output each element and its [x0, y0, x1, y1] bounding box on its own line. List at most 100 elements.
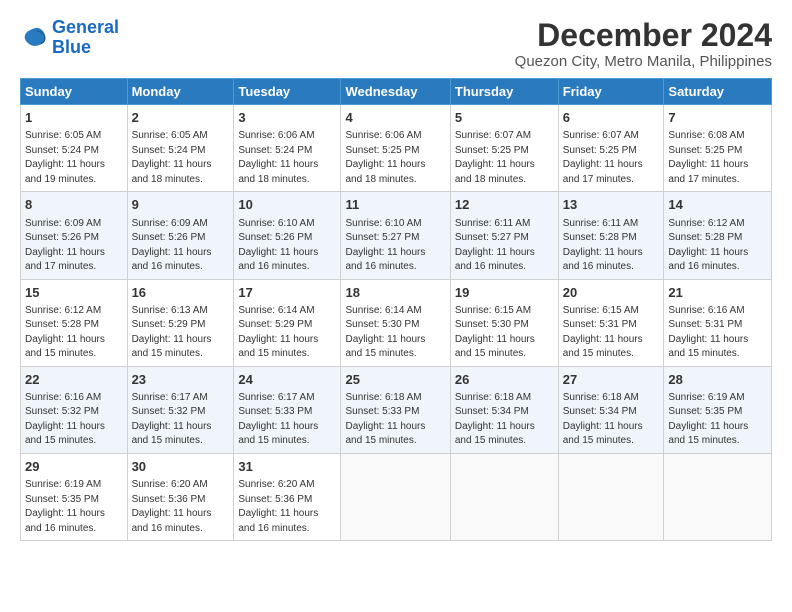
col-header-wednesday: Wednesday [341, 79, 450, 105]
calendar-cell: 11 Sunrise: 6:10 AM Sunset: 5:27 PM Dayli… [341, 192, 450, 279]
day-number: 25 [345, 371, 445, 389]
day-info: Sunrise: 6:19 AM Sunset: 5:35 PM Dayligh… [25, 478, 123, 536]
day-info: Sunrise: 6:17 AM Sunset: 5:32 PM Dayligh… [132, 391, 230, 449]
logo: General Blue [20, 18, 119, 58]
calendar-cell [341, 453, 450, 540]
calendar-cell: 30 Sunrise: 6:20 AM Sunset: 5:36 PM Dayli… [127, 453, 234, 540]
main-title: December 2024 [515, 18, 772, 53]
logo-icon [20, 24, 48, 52]
col-header-monday: Monday [127, 79, 234, 105]
calendar-week-3: 15 Sunrise: 6:12 AM Sunset: 5:28 PM Dayli… [21, 279, 772, 366]
day-number: 18 [345, 284, 445, 302]
day-number: 8 [25, 196, 123, 214]
day-number: 22 [25, 371, 123, 389]
calendar-cell [558, 453, 664, 540]
calendar-cell: 19 Sunrise: 6:15 AM Sunset: 5:30 PM Dayli… [450, 279, 558, 366]
calendar-cell: 14 Sunrise: 6:12 AM Sunset: 5:28 PM Dayli… [664, 192, 772, 279]
day-info: Sunrise: 6:16 AM Sunset: 5:31 PM Dayligh… [668, 304, 767, 362]
calendar-cell: 15 Sunrise: 6:12 AM Sunset: 5:28 PM Dayli… [21, 279, 128, 366]
calendar-table: SundayMondayTuesdayWednesdayThursdayFrid… [20, 78, 772, 541]
day-info: Sunrise: 6:18 AM Sunset: 5:33 PM Dayligh… [345, 391, 445, 449]
title-block: December 2024 Quezon City, Metro Manila,… [515, 18, 772, 70]
day-number: 29 [25, 458, 123, 476]
day-number: 14 [668, 196, 767, 214]
day-info: Sunrise: 6:20 AM Sunset: 5:36 PM Dayligh… [132, 478, 230, 536]
day-info: Sunrise: 6:13 AM Sunset: 5:29 PM Dayligh… [132, 304, 230, 362]
calendar-cell: 20 Sunrise: 6:15 AM Sunset: 5:31 PM Dayli… [558, 279, 664, 366]
day-info: Sunrise: 6:10 AM Sunset: 5:27 PM Dayligh… [345, 217, 445, 275]
day-number: 28 [668, 371, 767, 389]
day-number: 15 [25, 284, 123, 302]
calendar-cell: 12Sunrise: 6:11 AM Sunset: 5:27 PM Dayli… [450, 192, 558, 279]
calendar-cell: 31 Sunrise: 6:20 AM Sunset: 5:36 PM Dayli… [234, 453, 341, 540]
calendar-cell [664, 453, 772, 540]
calendar-cell: 8 Sunrise: 6:09 AM Sunset: 5:26 PM Daylig… [21, 192, 128, 279]
day-info: Sunrise: 6:14 AM Sunset: 5:29 PM Dayligh… [238, 304, 336, 362]
calendar-cell: 22 Sunrise: 6:16 AM Sunset: 5:32 PM Dayli… [21, 366, 128, 453]
day-info: Sunrise: 6:12 AM Sunset: 5:28 PM Dayligh… [25, 304, 123, 362]
day-number: 31 [238, 458, 336, 476]
day-number: 19 [455, 284, 554, 302]
day-number: 2 [132, 109, 230, 127]
calendar-cell: 28 Sunrise: 6:19 AM Sunset: 5:35 PM Dayli… [664, 366, 772, 453]
day-info: Sunrise: 6:06 AM Sunset: 5:24 PM Dayligh… [238, 129, 336, 187]
day-info: Sunrise: 6:08 AM Sunset: 5:25 PM Dayligh… [668, 129, 767, 187]
calendar-cell: 10Sunrise: 6:10 AM Sunset: 5:26 PM Dayli… [234, 192, 341, 279]
calendar-cell: 13Sunrise: 6:11 AM Sunset: 5:28 PM Dayli… [558, 192, 664, 279]
calendar-cell [450, 453, 558, 540]
day-number: 3 [238, 109, 336, 127]
calendar-cell: 4Sunrise: 6:06 AM Sunset: 5:25 PM Daylig… [341, 105, 450, 192]
day-number: 16 [132, 284, 230, 302]
calendar-week-1: 1Sunrise: 6:05 AM Sunset: 5:24 PM Daylig… [21, 105, 772, 192]
day-info: Sunrise: 6:19 AM Sunset: 5:35 PM Dayligh… [668, 391, 767, 449]
day-info: Sunrise: 6:07 AM Sunset: 5:25 PM Dayligh… [455, 129, 554, 187]
day-info: Sunrise: 6:07 AM Sunset: 5:25 PM Dayligh… [563, 129, 660, 187]
day-number: 27 [563, 371, 660, 389]
col-header-sunday: Sunday [21, 79, 128, 105]
calendar-header-row: SundayMondayTuesdayWednesdayThursdayFrid… [21, 79, 772, 105]
day-number: 10 [238, 196, 336, 214]
calendar-cell: 16 Sunrise: 6:13 AM Sunset: 5:29 PM Dayli… [127, 279, 234, 366]
calendar-cell: 21Sunrise: 6:16 AM Sunset: 5:31 PM Dayli… [664, 279, 772, 366]
day-number: 6 [563, 109, 660, 127]
subtitle: Quezon City, Metro Manila, Philippines [515, 53, 772, 70]
calendar-cell: 1Sunrise: 6:05 AM Sunset: 5:24 PM Daylig… [21, 105, 128, 192]
col-header-tuesday: Tuesday [234, 79, 341, 105]
calendar-cell: 18 Sunrise: 6:14 AM Sunset: 5:30 PM Dayli… [341, 279, 450, 366]
day-number: 5 [455, 109, 554, 127]
day-info: Sunrise: 6:16 AM Sunset: 5:32 PM Dayligh… [25, 391, 123, 449]
calendar-cell: 5 Sunrise: 6:07 AM Sunset: 5:25 PM Daylig… [450, 105, 558, 192]
day-info: Sunrise: 6:14 AM Sunset: 5:30 PM Dayligh… [345, 304, 445, 362]
col-header-thursday: Thursday [450, 79, 558, 105]
calendar-cell: 6 Sunrise: 6:07 AM Sunset: 5:25 PM Daylig… [558, 105, 664, 192]
day-number: 20 [563, 284, 660, 302]
calendar-cell: 24 Sunrise: 6:17 AM Sunset: 5:33 PM Dayli… [234, 366, 341, 453]
day-info: Sunrise: 6:05 AM Sunset: 5:24 PM Dayligh… [132, 129, 230, 187]
calendar-cell: 29 Sunrise: 6:19 AM Sunset: 5:35 PM Dayli… [21, 453, 128, 540]
day-info: Sunrise: 6:12 AM Sunset: 5:28 PM Dayligh… [668, 217, 767, 275]
day-info: Sunrise: 6:18 AM Sunset: 5:34 PM Dayligh… [455, 391, 554, 449]
day-info: Sunrise: 6:15 AM Sunset: 5:31 PM Dayligh… [563, 304, 660, 362]
calendar-cell: 17Sunrise: 6:14 AM Sunset: 5:29 PM Dayli… [234, 279, 341, 366]
day-number: 13 [563, 196, 660, 214]
day-number: 30 [132, 458, 230, 476]
day-info: Sunrise: 6:15 AM Sunset: 5:30 PM Dayligh… [455, 304, 554, 362]
day-info: Sunrise: 6:06 AM Sunset: 5:25 PM Dayligh… [345, 129, 445, 187]
col-header-friday: Friday [558, 79, 664, 105]
calendar-cell: 7Sunrise: 6:08 AM Sunset: 5:25 PM Daylig… [664, 105, 772, 192]
day-info: Sunrise: 6:20 AM Sunset: 5:36 PM Dayligh… [238, 478, 336, 536]
calendar-cell: 25 Sunrise: 6:18 AM Sunset: 5:33 PM Dayli… [341, 366, 450, 453]
day-number: 24 [238, 371, 336, 389]
day-number: 11 [345, 196, 445, 214]
day-info: Sunrise: 6:09 AM Sunset: 5:26 PM Dayligh… [25, 217, 123, 275]
day-number: 23 [132, 371, 230, 389]
calendar-cell: 23 Sunrise: 6:17 AM Sunset: 5:32 PM Dayli… [127, 366, 234, 453]
calendar-cell: 9Sunrise: 6:09 AM Sunset: 5:26 PM Daylig… [127, 192, 234, 279]
calendar-week-2: 8 Sunrise: 6:09 AM Sunset: 5:26 PM Daylig… [21, 192, 772, 279]
col-header-saturday: Saturday [664, 79, 772, 105]
day-info: Sunrise: 6:17 AM Sunset: 5:33 PM Dayligh… [238, 391, 336, 449]
calendar-cell: 26Sunrise: 6:18 AM Sunset: 5:34 PM Dayli… [450, 366, 558, 453]
calendar-cell: 27Sunrise: 6:18 AM Sunset: 5:34 PM Dayli… [558, 366, 664, 453]
page: General Blue December 2024 Quezon City, … [0, 0, 792, 612]
day-info: Sunrise: 6:05 AM Sunset: 5:24 PM Dayligh… [25, 129, 123, 187]
